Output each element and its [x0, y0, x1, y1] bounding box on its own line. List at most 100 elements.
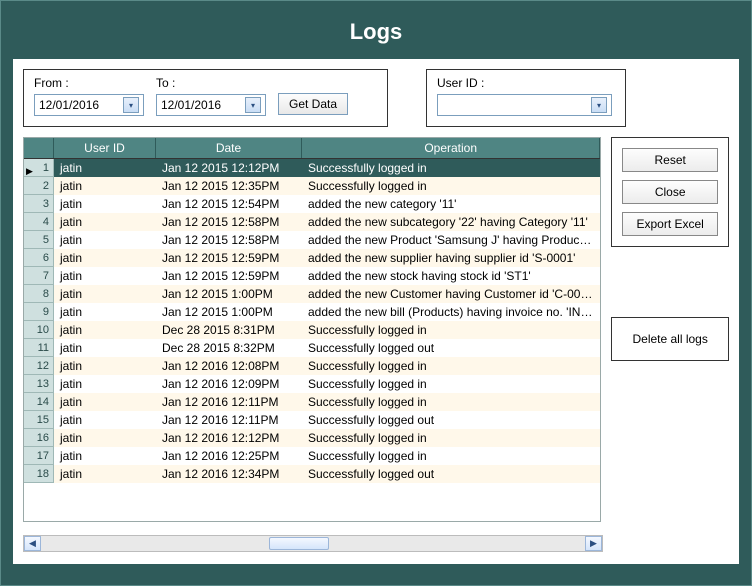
cell-userid: jatin	[54, 231, 156, 249]
scroll-thumb[interactable]	[269, 537, 329, 550]
row-header[interactable]: 5	[24, 231, 54, 249]
userid-filter-box: User ID : ▾	[426, 69, 626, 127]
row-header[interactable]: 12	[24, 357, 54, 375]
table-row[interactable]: 10jatinDec 28 2015 8:31PMSuccessfully lo…	[24, 321, 600, 339]
cell-date: Jan 12 2015 12:58PM	[156, 231, 302, 249]
cell-operation: Successfully logged in	[302, 159, 600, 177]
table-row[interactable]: 4jatinJan 12 2015 12:58PMadded the new s…	[24, 213, 600, 231]
table-row[interactable]: 8jatinJan 12 2015 1:00PMadded the new Cu…	[24, 285, 600, 303]
cell-operation: Successfully logged out	[302, 339, 600, 357]
col-header-userid[interactable]: User ID	[54, 138, 156, 158]
cell-date: Jan 12 2016 12:11PM	[156, 393, 302, 411]
userid-label: User ID :	[437, 76, 615, 90]
scroll-track[interactable]	[41, 536, 585, 551]
main-row: User ID Date Operation 1▶jatinJan 12 201…	[23, 137, 729, 522]
row-header[interactable]: 4	[24, 213, 54, 231]
table-row[interactable]: 5jatinJan 12 2015 12:58PMadded the new P…	[24, 231, 600, 249]
chevron-down-icon[interactable]: ▾	[591, 97, 607, 113]
cell-userid: jatin	[54, 411, 156, 429]
table-row[interactable]: 15jatinJan 12 2016 12:11PMSuccessfully l…	[24, 411, 600, 429]
row-header[interactable]: 8	[24, 285, 54, 303]
table-row[interactable]: 11jatinDec 28 2015 8:32PMSuccessfully lo…	[24, 339, 600, 357]
cell-userid: jatin	[54, 159, 156, 177]
cell-userid: jatin	[54, 213, 156, 231]
table-row[interactable]: 3jatinJan 12 2015 12:54PMadded the new c…	[24, 195, 600, 213]
from-date-value: 12/01/2016	[39, 98, 99, 112]
cell-operation: added the new Customer having Customer i…	[302, 285, 600, 303]
cell-date: Jan 12 2016 12:34PM	[156, 465, 302, 483]
horizontal-scrollbar[interactable]: ◀ ▶	[23, 535, 603, 552]
cell-date: Jan 12 2015 12:59PM	[156, 249, 302, 267]
row-header[interactable]: 14	[24, 393, 54, 411]
to-date-picker[interactable]: 12/01/2016 ▾	[156, 94, 266, 116]
cell-operation: Successfully logged in	[302, 357, 600, 375]
table-row[interactable]: 12jatinJan 12 2016 12:08PMSuccessfully l…	[24, 357, 600, 375]
table-row[interactable]: 16jatinJan 12 2016 12:12PMSuccessfully l…	[24, 429, 600, 447]
table-row[interactable]: 2jatinJan 12 2015 12:35PMSuccessfully lo…	[24, 177, 600, 195]
delete-all-logs-button[interactable]: Delete all logs	[622, 328, 718, 350]
from-label: From :	[34, 76, 144, 90]
row-header[interactable]: 16	[24, 429, 54, 447]
row-header[interactable]: 6	[24, 249, 54, 267]
from-date-picker[interactable]: 12/01/2016 ▾	[34, 94, 144, 116]
table-row[interactable]: 18jatinJan 12 2016 12:34PMSuccessfully l…	[24, 465, 600, 483]
cell-userid: jatin	[54, 339, 156, 357]
row-header[interactable]: 2	[24, 177, 54, 195]
cell-userid: jatin	[54, 195, 156, 213]
content-area: From : 12/01/2016 ▾ To : 12/01/2016 ▾	[13, 59, 739, 564]
scroll-left-icon[interactable]: ◀	[24, 536, 41, 551]
side-buttons: Reset Close Export Excel Delete all logs	[611, 137, 729, 522]
close-button[interactable]: Close	[622, 180, 718, 204]
row-header[interactable]: 13	[24, 375, 54, 393]
row-header[interactable]: 18	[24, 465, 54, 483]
row-header[interactable]: 11	[24, 339, 54, 357]
cell-userid: jatin	[54, 303, 156, 321]
reset-button[interactable]: Reset	[622, 148, 718, 172]
cell-date: Jan 12 2016 12:11PM	[156, 411, 302, 429]
table-row[interactable]: 14jatinJan 12 2016 12:11PMSuccessfully l…	[24, 393, 600, 411]
chevron-down-icon[interactable]: ▾	[123, 97, 139, 113]
cell-operation: Successfully logged out	[302, 465, 600, 483]
userid-select[interactable]: ▾	[437, 94, 612, 116]
table-row[interactable]: 13jatinJan 12 2016 12:09PMSuccessfully l…	[24, 375, 600, 393]
col-header-date[interactable]: Date	[156, 138, 302, 158]
cell-date: Jan 12 2015 12:58PM	[156, 213, 302, 231]
cell-date: Jan 12 2015 1:00PM	[156, 303, 302, 321]
row-header[interactable]: 9	[24, 303, 54, 321]
row-header[interactable]: 7	[24, 267, 54, 285]
get-data-button[interactable]: Get Data	[278, 93, 348, 115]
row-header[interactable]: 10	[24, 321, 54, 339]
col-header-operation[interactable]: Operation	[302, 138, 600, 158]
table-row[interactable]: 7jatinJan 12 2015 12:59PMadded the new s…	[24, 267, 600, 285]
table-row[interactable]: 17jatinJan 12 2016 12:25PMSuccessfully l…	[24, 447, 600, 465]
cell-date: Dec 28 2015 8:31PM	[156, 321, 302, 339]
cell-date: Jan 12 2015 12:35PM	[156, 177, 302, 195]
export-excel-button[interactable]: Export Excel	[622, 212, 718, 236]
cell-userid: jatin	[54, 465, 156, 483]
chevron-down-icon[interactable]: ▾	[245, 97, 261, 113]
table-row[interactable]: 6jatinJan 12 2015 12:59PMadded the new s…	[24, 249, 600, 267]
cell-date: Jan 12 2015 12:54PM	[156, 195, 302, 213]
row-header[interactable]: 1▶	[24, 159, 54, 177]
row-header[interactable]: 15	[24, 411, 54, 429]
cell-date: Jan 12 2016 12:08PM	[156, 357, 302, 375]
cell-date: Jan 12 2016 12:25PM	[156, 447, 302, 465]
to-date-value: 12/01/2016	[161, 98, 221, 112]
cell-operation: Successfully logged in	[302, 177, 600, 195]
cell-userid: jatin	[54, 249, 156, 267]
cell-userid: jatin	[54, 429, 156, 447]
table-row[interactable]: 1▶jatinJan 12 2015 12:12PMSuccessfully l…	[24, 159, 600, 177]
logs-grid[interactable]: User ID Date Operation 1▶jatinJan 12 201…	[23, 137, 601, 522]
cell-operation: added the new stock having stock id 'ST1…	[302, 267, 600, 285]
delete-box: Delete all logs	[611, 317, 729, 361]
cell-date: Jan 12 2015 12:12PM	[156, 159, 302, 177]
cell-userid: jatin	[54, 393, 156, 411]
cell-date: Jan 12 2016 12:12PM	[156, 429, 302, 447]
cell-userid: jatin	[54, 285, 156, 303]
cell-userid: jatin	[54, 447, 156, 465]
row-header[interactable]: 17	[24, 447, 54, 465]
cell-operation: Successfully logged in	[302, 375, 600, 393]
row-header[interactable]: 3	[24, 195, 54, 213]
table-row[interactable]: 9jatinJan 12 2015 1:00PMadded the new bi…	[24, 303, 600, 321]
scroll-right-icon[interactable]: ▶	[585, 536, 602, 551]
